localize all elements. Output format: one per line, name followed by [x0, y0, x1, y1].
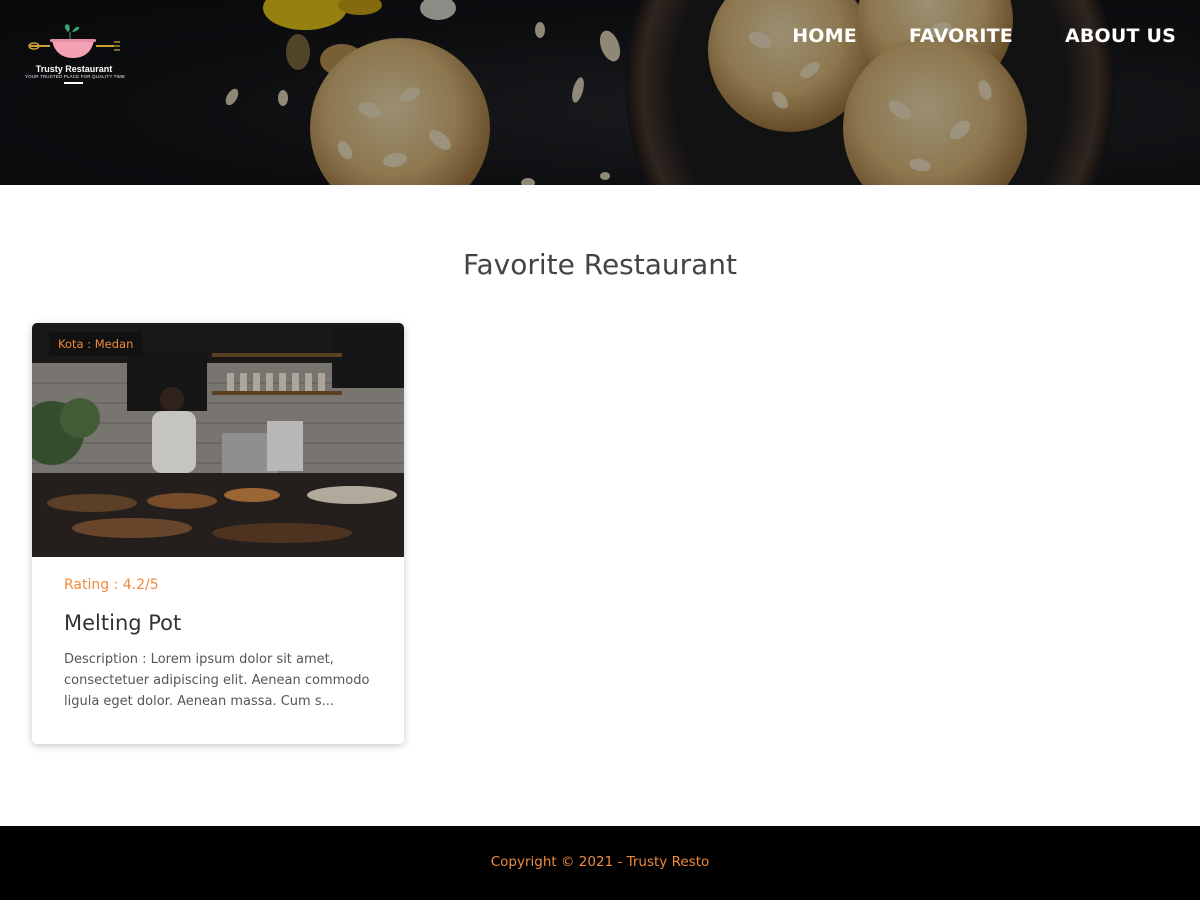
- hero-header: Trusty Restaurant YOUR TRUSTED PLACE FOR…: [0, 0, 1200, 185]
- footer: Copyright © 2021 - Trusty Resto: [0, 826, 1200, 900]
- nav-home-link[interactable]: HOME: [792, 24, 857, 48]
- city-badge: Kota : Medan: [49, 332, 143, 356]
- brand-logo[interactable]: Trusty Restaurant YOUR TRUSTED PLACE FOR…: [22, 22, 128, 86]
- restaurant-name-link[interactable]: Melting Pot: [64, 611, 181, 635]
- restaurant-image[interactable]: Kota : Medan: [32, 323, 404, 557]
- logo-underline: [64, 82, 83, 84]
- main-nav: HOME FAVORITE ABOUT US: [792, 24, 1176, 48]
- bowl-icon: [28, 24, 120, 58]
- page-title: Favorite Restaurant: [462, 248, 738, 281]
- restaurant-description: Description : Lorem ipsum dolor sit amet…: [64, 652, 370, 709]
- restaurant-card[interactable]: Kota : Medan Rating : 4.2/5 Melting Pot …: [32, 323, 404, 744]
- restaurant-rating: Rating : 4.2/5: [64, 577, 159, 593]
- nav-favorite-link[interactable]: FAVORITE: [909, 24, 1013, 48]
- brand-name: Trusty Restaurant: [35, 64, 113, 74]
- nav-about-us-link[interactable]: ABOUT US: [1065, 24, 1176, 48]
- restaurant-photo: [32, 323, 404, 557]
- brand-tagline: YOUR TRUSTED PLACE FOR QUALITY TIME: [25, 74, 125, 79]
- footer-copyright: Copyright © 2021 - Trusty Resto: [490, 854, 710, 870]
